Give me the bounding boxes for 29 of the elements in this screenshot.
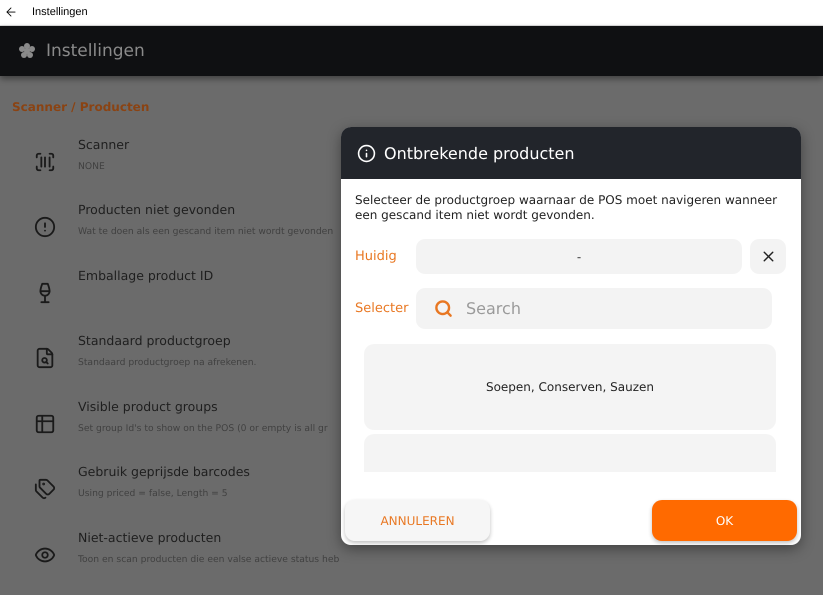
setting-icon	[34, 150, 56, 172]
window-title: Instellingen	[32, 6, 88, 18]
setting-icon	[34, 216, 56, 238]
list-item[interactable]: Soepen, Conserven, Sauzen	[364, 344, 776, 430]
back-icon[interactable]	[4, 5, 18, 20]
setting-title[interactable]: Niet-actieve producten	[78, 530, 340, 544]
setting-icon	[34, 412, 56, 434]
current-value-field: -	[416, 239, 742, 274]
info-icon	[357, 144, 376, 162]
setting-icon	[34, 347, 56, 369]
setting-title[interactable]: Emballage product ID	[78, 268, 214, 282]
search-field[interactable]: Search	[416, 288, 772, 329]
cancel-button[interactable]: ANNULEREN	[345, 500, 490, 541]
field-label: Huidig	[355, 249, 398, 264]
ok-button[interactable]: OK	[652, 500, 797, 541]
field-label: Selecter	[355, 301, 410, 316]
dialog-title: Ontbrekende producten	[384, 144, 575, 162]
close-button[interactable]	[750, 239, 786, 274]
app-title: Instellingen	[46, 40, 145, 61]
setting-title[interactable]: Visible product groups	[78, 398, 328, 414]
search-icon	[434, 299, 453, 318]
logo-icon	[18, 42, 36, 60]
setting-title[interactable]: Standaard productgroep	[78, 333, 256, 348]
setting-title[interactable]: Producten niet gevonden	[78, 202, 334, 217]
section-title: Scanner / Producten	[12, 100, 150, 114]
setting-icon	[34, 478, 56, 500]
dialog-description: Selecteer de productgroep waarnaar de POS moet navigeren wanneer een gescand item niet wordt gevonden.	[355, 193, 778, 223]
setting-title[interactable]: Scanner	[78, 136, 130, 152]
setting-title[interactable]: Gebruik geprijsde barcodes	[78, 464, 250, 479]
